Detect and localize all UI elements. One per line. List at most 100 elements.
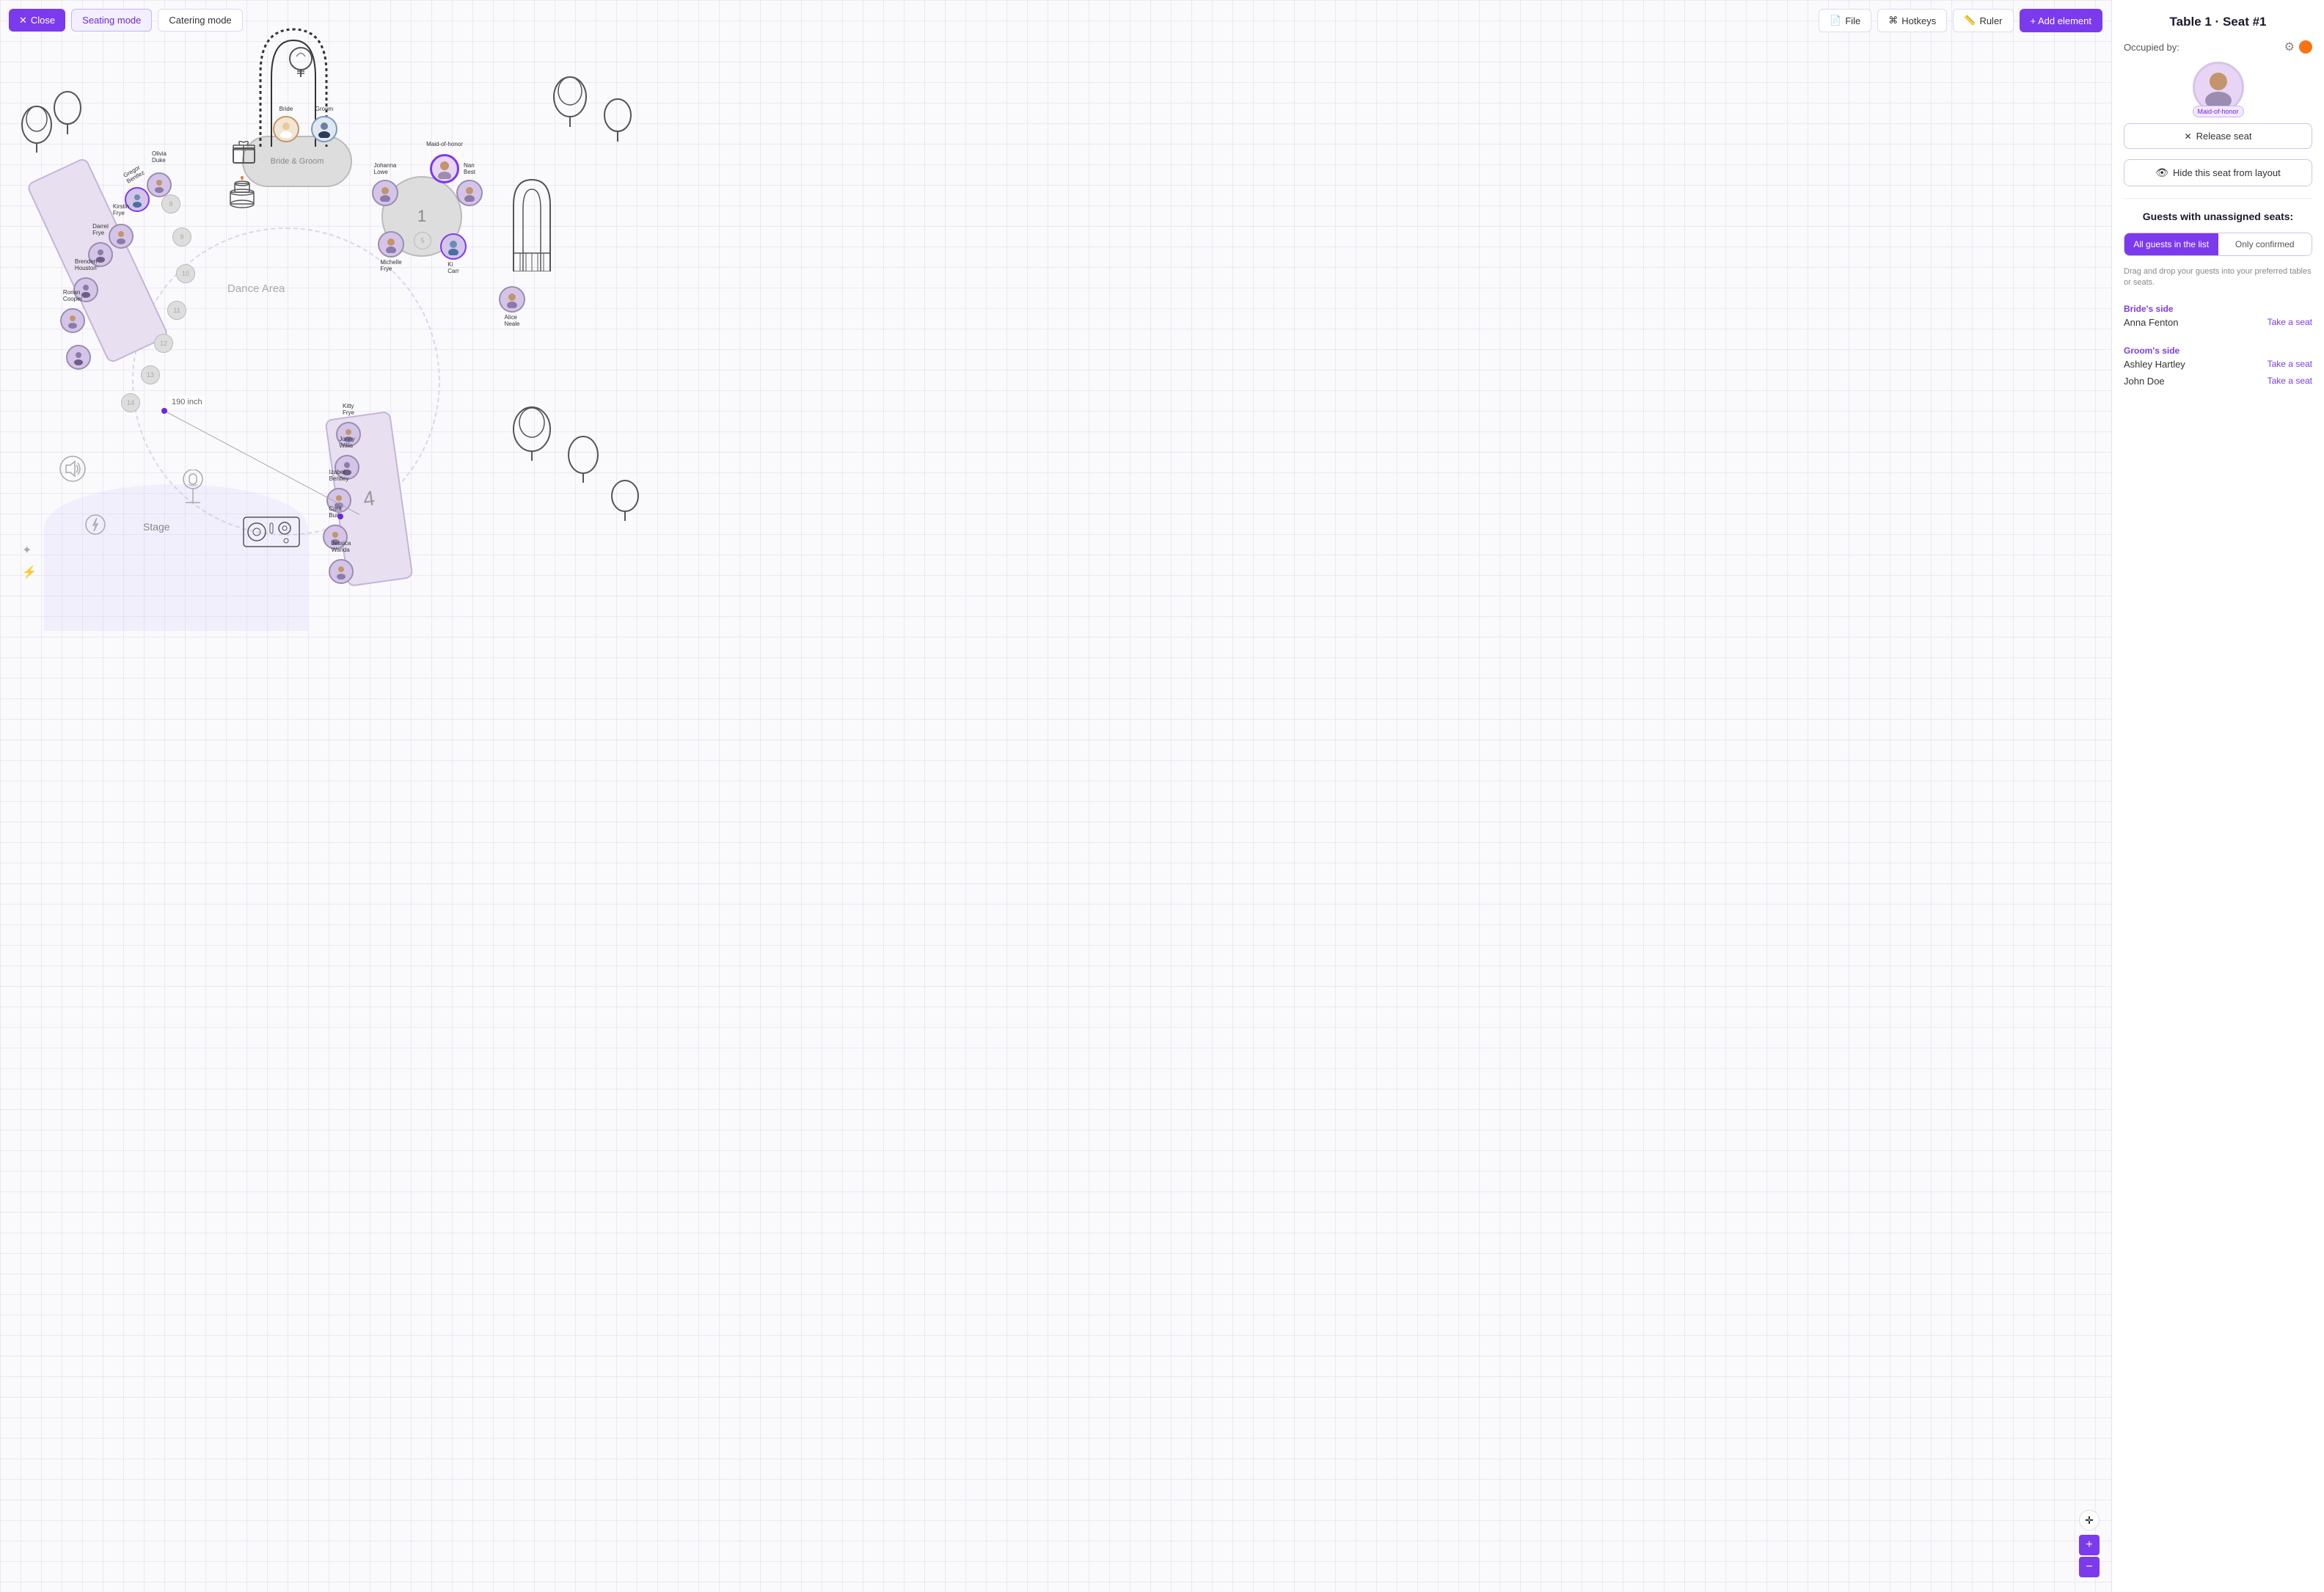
- occupied-label: Occupied by:: [2124, 42, 2179, 53]
- speaker-decoration: [59, 455, 87, 486]
- tab-group: All guests in the list Only confirmed: [2124, 233, 2312, 256]
- avatar-label-kitty: KittyFrye: [343, 403, 354, 416]
- zoom-in-button[interactable]: +: [2079, 1535, 2100, 1555]
- empty-seat-5-10[interactable]: 10: [176, 264, 195, 283]
- avatar-alice[interactable]: AliceNeale: [499, 286, 525, 313]
- avatar-name-badge: Maid-of-honor: [2124, 62, 2312, 113]
- hide-seat-button[interactable]: 👁 Hide this seat from layout: [2124, 159, 2312, 186]
- avatar-label-ronan: RonanCooper: [63, 289, 82, 302]
- tree-5: [510, 404, 554, 462]
- avatar-ki-carr[interactable]: KiCarr: [440, 233, 467, 260]
- hide-seat-label: Hide this seat from layout: [2173, 167, 2281, 178]
- avatar-label-ki: KiCarr: [447, 261, 459, 274]
- empty-seat-5-12[interactable]: 12: [154, 334, 173, 353]
- avatar-label-alice: AliceNeale: [505, 314, 520, 327]
- lightbulb-decoration: [286, 44, 315, 84]
- guest-name-ashley: Ashley Hartley: [2124, 359, 2185, 370]
- ruler-label: Ruler: [1979, 15, 2002, 26]
- guest-name-anna: Anna Fenton: [2124, 317, 2178, 328]
- avatar-bride[interactable]: Bride: [273, 116, 299, 142]
- zigzag-icon: ⚡: [22, 565, 37, 580]
- close-button[interactable]: ✕ Close: [9, 9, 65, 32]
- release-seat-label: Release seat: [2196, 131, 2252, 142]
- occupied-header: Occupied by: ⚙: [2124, 40, 2312, 54]
- x-icon: ✕: [2185, 131, 2192, 142]
- avatar-michelle[interactable]: MichelleFrye: [378, 231, 404, 258]
- avatar-label-jonny: JonnyWillis: [339, 436, 354, 449]
- ruler-icon: 📏: [1964, 15, 1976, 26]
- tree-2: [51, 88, 84, 136]
- drag-hint: Drag and drop your guests into your pref…: [2124, 266, 2312, 289]
- take-seat-ashley[interactable]: Take a seat: [2268, 359, 2312, 369]
- gear-icon[interactable]: ⚙: [2284, 40, 2295, 54]
- hotkeys-label: Hotkeys: [1901, 15, 1936, 26]
- avatar-label-olivia: OliviaDuke: [152, 150, 167, 164]
- cake-decoration: [227, 176, 257, 213]
- avatar-table5-bottom[interactable]: [66, 345, 91, 370]
- avatar-johanna[interactable]: JohannaLowe: [372, 180, 398, 206]
- avatar-jessica[interactable]: JessicaWanda: [329, 559, 354, 584]
- zoom-out-button[interactable]: −: [2079, 1557, 2100, 1577]
- avatar-label-maid: Maid-of-honor: [426, 141, 463, 147]
- catering-mode-label: Catering mode: [169, 15, 231, 26]
- avatar-label-johanna: JohannaLowe: [374, 162, 397, 175]
- toolbar-right: 📄 File ⌘ Hotkeys 📏 Ruler + Add element: [1819, 9, 2102, 32]
- canvas-area: ✕ Close Seating mode Catering mode 📄 Fil…: [0, 0, 2111, 1592]
- tab-confirmed[interactable]: Only confirmed: [2218, 233, 2312, 255]
- zoom-controls: ✛ + −: [2079, 1510, 2100, 1577]
- hotkeys-icon: ⌘: [1888, 15, 1898, 26]
- avatar-nan[interactable]: NanBest: [456, 180, 483, 206]
- stage-area: [44, 484, 308, 631]
- measure-dot-1: [161, 408, 167, 414]
- gift-decoration: [231, 139, 257, 169]
- file-button[interactable]: 📄 File: [1819, 9, 1871, 32]
- avatar-label-jessica: JessicaWanda: [332, 540, 351, 553]
- empty-seat-1-area[interactable]: 5: [414, 232, 431, 249]
- empty-seat-5-13[interactable]: 13: [141, 365, 160, 384]
- grooms-side-label: Groom's side: [2124, 346, 2312, 356]
- close-label: Close: [31, 15, 55, 26]
- guest-row-ashley: Ashley Hartley Take a seat: [2124, 356, 2312, 373]
- add-element-button[interactable]: + Add element: [2020, 9, 2102, 32]
- avatar-maid-of-honor[interactable]: Maid-of-honor: [430, 154, 459, 183]
- occupied-icons: ⚙: [2284, 40, 2312, 54]
- empty-seat-5-9[interactable]: 9: [172, 227, 191, 247]
- compass-button[interactable]: ✛: [2079, 1510, 2100, 1530]
- empty-seat-5-8[interactable]: 8: [161, 194, 180, 213]
- guests-title: Guests with unassigned seats:: [2124, 211, 2312, 222]
- avatar-label-groom: Groom: [315, 106, 333, 112]
- tab-all-guests[interactable]: All guests in the list: [2124, 233, 2218, 255]
- tree-4: [602, 95, 635, 143]
- ruler-button[interactable]: 📏 Ruler: [1953, 9, 2013, 32]
- divider: [2124, 198, 2312, 199]
- avatar-olivia[interactable]: OliviaDuke: [147, 172, 172, 197]
- tree-3: [550, 73, 591, 128]
- tree-6: [565, 433, 602, 484]
- catering-mode-button[interactable]: Catering mode: [158, 9, 242, 32]
- eye-icon: 👁: [2155, 167, 2168, 179]
- avatar-label-nan: NanBest: [464, 162, 475, 175]
- release-seat-button[interactable]: ✕ Release seat: [2124, 123, 2312, 149]
- avatar-label-kirstin: KirstinFrye: [113, 203, 129, 216]
- avatar-ronan[interactable]: RonanCooper: [60, 308, 85, 333]
- guest-row-john: John Doe Take a seat: [2124, 373, 2312, 390]
- close-icon: ✕: [19, 15, 27, 26]
- panel-title: Table 1 · Seat #1: [2124, 15, 2312, 29]
- avatar-label-bride: Bride: [279, 106, 293, 112]
- piano: [510, 176, 554, 271]
- avatar-groom[interactable]: Groom: [311, 116, 337, 142]
- avatar-label-michelle: MichelleFrye: [380, 259, 401, 272]
- add-element-label: + Add element: [2031, 15, 2091, 26]
- seating-mode-label: Seating mode: [82, 15, 141, 26]
- take-seat-anna[interactable]: Take a seat: [2268, 317, 2312, 327]
- avatar-container: Maid-of-honor: [2193, 62, 2244, 113]
- seating-mode-button[interactable]: Seating mode: [71, 9, 152, 32]
- take-seat-john[interactable]: Take a seat: [2268, 376, 2312, 386]
- toolbar-left: ✕ Close Seating mode Catering mode: [9, 9, 243, 32]
- empty-seat-5-14[interactable]: 14: [121, 393, 140, 412]
- avatar-label-gregor: GregorBentlez: [122, 164, 145, 185]
- hotkeys-button[interactable]: ⌘ Hotkeys: [1877, 9, 1947, 32]
- brides-side-label: Bride's side: [2124, 304, 2312, 314]
- avatar-badge: Maid-of-honor: [2192, 106, 2243, 117]
- empty-seat-5-11[interactable]: 11: [167, 301, 186, 320]
